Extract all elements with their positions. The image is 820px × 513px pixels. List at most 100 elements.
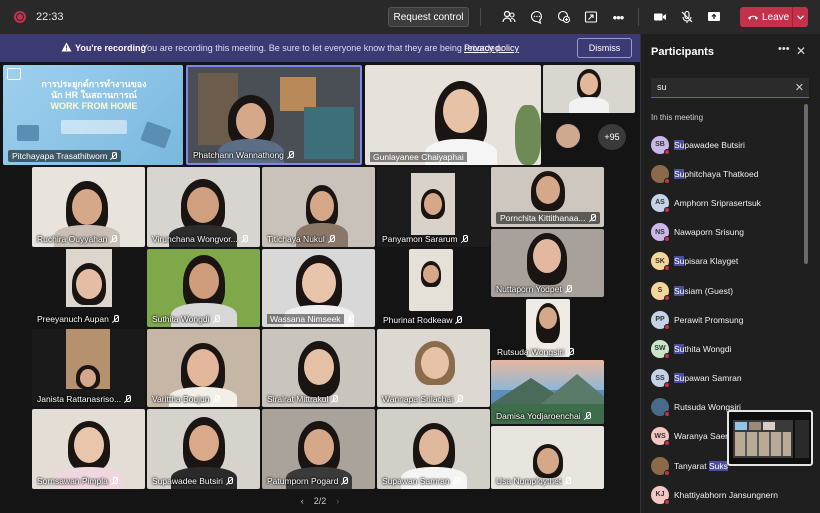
chevron-down-icon[interactable] — [792, 7, 808, 27]
mic-muted-icon[interactable] — [679, 9, 695, 25]
video-tile[interactable]: Varittha Boujun — [147, 329, 260, 407]
status-badge — [664, 323, 670, 330]
video-tile[interactable]: Supawan Samran — [377, 409, 490, 489]
participant-row[interactable]: AS Amphorn Sriprasertsuk — [641, 188, 811, 217]
participant-name: Titichaya Nukul — [267, 234, 335, 244]
mic-off-icon — [564, 477, 572, 485]
mic-off-icon — [584, 412, 591, 420]
video-tile[interactable]: Panyamon Sararum — [377, 167, 490, 247]
video-tile[interactable]: Gunlayanee Chaiyaphai — [365, 65, 541, 165]
video-tile[interactable]: Sornsawan Pimpla — [32, 409, 145, 489]
video-tile[interactable]: Suthita Wongdi — [147, 249, 260, 327]
video-tile[interactable]: Phurinat Rodkeaw — [377, 310, 490, 327]
video-tile[interactable]: Titichaya Nukul — [262, 167, 375, 247]
participant-row[interactable]: SK Supisara Klayget — [641, 247, 811, 276]
video-tile[interactable]: Pornchita Kittithanaa... — [491, 167, 604, 227]
mic-off-icon — [111, 477, 118, 485]
request-control-button[interactable]: Request control — [388, 7, 469, 27]
participant-name: Supisara Klayget — [674, 256, 739, 267]
participant-name: Suphitchaya Thatkoed — [674, 168, 759, 179]
participant-name: Virunchana Wongvor... — [152, 234, 248, 244]
video-tile[interactable]: Damisa Yodjaroenchai — [491, 360, 604, 424]
participant-row[interactable]: SB Supawadee Butsiri — [641, 130, 811, 159]
status-badge — [664, 177, 670, 184]
mic-off-icon — [328, 235, 335, 243]
share-tray-icon[interactable] — [583, 9, 599, 25]
participant-name: Wannapa Srilachai — [382, 394, 464, 404]
participant-name: Pitchayapa Trasathitworn — [8, 150, 122, 162]
participant-name: Waranya Saens — [674, 431, 735, 442]
video-tile[interactable]: Wannapa Srilachai — [377, 329, 490, 407]
warning-icon — [61, 42, 72, 52]
participants-icon[interactable] — [501, 9, 517, 25]
video-tile[interactable]: Phatchann Wannathong — [186, 65, 362, 165]
participant-row[interactable]: S Susiam (Guest) — [641, 276, 811, 305]
participant-avatar[interactable] — [556, 124, 580, 148]
privacy-policy-link[interactable]: Privacy policy — [464, 43, 519, 53]
participant-row[interactable]: PP Perawit Promsung — [641, 305, 811, 334]
avatar: AS — [651, 193, 670, 213]
avatar: S — [651, 281, 670, 301]
chat-icon[interactable] — [529, 9, 545, 25]
status-badge — [664, 498, 670, 505]
page-indicator: 2/2 — [313, 496, 327, 506]
participant-search-input[interactable]: su ✕ — [651, 78, 809, 98]
participant-row[interactable]: SW Suthita Wongdi — [641, 334, 811, 363]
camera-icon[interactable] — [652, 9, 668, 25]
search-value: su — [657, 82, 667, 92]
video-tile[interactable] — [409, 249, 453, 311]
video-tile[interactable]: Janista Rattanasriso... — [32, 329, 145, 407]
avatar: SW — [651, 339, 670, 359]
mic-off-icon — [226, 477, 233, 485]
mic-off-icon — [567, 348, 574, 356]
participant-row[interactable]: KJ Khattiyabhorn Jansungnern — [641, 480, 811, 509]
chevron-left-icon[interactable]: ‹ — [301, 496, 304, 506]
participant-row[interactable]: NS Nawaporn Srisung — [641, 218, 811, 247]
status-badge — [664, 294, 670, 301]
participant-row[interactable]: Suphitchaya Thatkoed — [641, 159, 811, 188]
reactions-icon[interactable] — [556, 9, 572, 25]
video-tile[interactable]: Virunchana Wongvor... — [147, 167, 260, 247]
video-stage: การประยุกต์การทำงานของ นัก HR ในสถานการณ… — [0, 62, 640, 513]
participant-name: Susiam (Guest) — [674, 285, 734, 296]
dismiss-button[interactable]: Dismiss — [577, 38, 632, 58]
video-tile[interactable] — [543, 65, 635, 113]
close-icon[interactable]: ✕ — [796, 44, 806, 58]
recording-indicator-icon — [14, 11, 26, 23]
more-options-icon[interactable]: ••• — [778, 43, 790, 55]
video-tile[interactable]: Preeyanuch Aupan — [32, 249, 145, 327]
status-badge — [664, 265, 670, 272]
avatar: PP — [651, 310, 670, 330]
overflow-count-badge[interactable]: +95 — [598, 124, 626, 150]
chevron-right-icon[interactable]: › — [336, 496, 339, 506]
panel-title: Participants — [651, 46, 714, 58]
participant-row[interactable]: SS Supawan Samran — [641, 364, 811, 393]
mic-off-icon — [241, 235, 248, 243]
video-tile[interactable]: Sirairat Mittrakul — [262, 329, 375, 407]
participant-name: Pornchita Kittithanaa... — [496, 212, 600, 224]
participant-name: Rutsuda Wongsiri — [497, 347, 574, 357]
clear-search-icon[interactable]: ✕ — [795, 81, 804, 94]
video-tile[interactable]: Usa Numploythet — [491, 426, 604, 489]
video-tile[interactable]: Rutsuda Wongsiri — [491, 342, 604, 358]
video-tile[interactable]: Patumporn Pogard — [262, 409, 375, 489]
mic-off-icon — [455, 316, 463, 324]
mic-off-icon — [347, 315, 354, 323]
leave-button[interactable]: Leave — [740, 7, 808, 27]
shared-content-tile[interactable]: การประยุกต์การทำงานของ นัก HR ในสถานการณ… — [3, 65, 183, 165]
share-screen-icon[interactable] — [706, 9, 722, 25]
video-tile[interactable]: Nuttaporn Yodpet — [491, 229, 604, 297]
video-tile[interactable]: Wassana Nimseek — [262, 249, 375, 327]
video-tile[interactable]: Ruchira Ouyyahan — [32, 167, 145, 247]
status-badge — [664, 236, 670, 243]
panel-scrollbar[interactable] — [804, 104, 808, 264]
avatar — [651, 164, 670, 184]
participant-name: Sirairat Mittrakul — [267, 394, 339, 404]
shared-screen-preview[interactable] — [727, 410, 813, 466]
toolbar-divider — [480, 8, 481, 26]
slide-title-line2: นัก HR ในสถานการณ์ — [51, 90, 137, 100]
video-tile[interactable]: Supawadee Butsiri — [147, 409, 260, 489]
participant-name: Nawaporn Srisung — [674, 227, 744, 238]
more-actions-icon[interactable]: ••• — [610, 9, 626, 25]
mic-off-icon — [213, 395, 220, 403]
